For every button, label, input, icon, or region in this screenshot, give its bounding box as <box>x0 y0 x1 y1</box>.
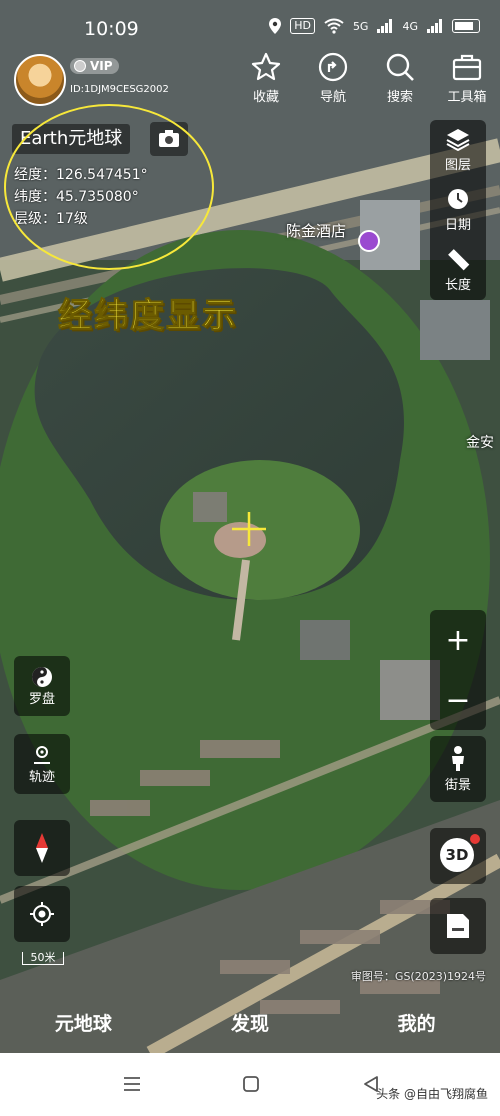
map-poi-label[interactable]: 陈金酒店 <box>286 220 346 241</box>
status-time: 10:09 <box>84 18 139 40</box>
tab-mine[interactable]: 我的 <box>357 1009 477 1036</box>
battery-icon <box>452 19 480 33</box>
zoom-out-button[interactable]: − <box>430 670 486 730</box>
location-icon <box>269 18 282 34</box>
favorites-button[interactable]: 收藏 <box>238 52 294 105</box>
length-button[interactable]: 长度 <box>430 240 486 300</box>
signal-icon <box>377 19 393 33</box>
track-label: 轨迹 <box>28 769 55 785</box>
approval-number: 审图号：GS(2023)1924号 <box>350 970 486 983</box>
compass-icon <box>32 666 52 687</box>
highlight-ellipse <box>4 104 214 270</box>
vip-badge[interactable]: VIP <box>70 58 119 74</box>
north-arrow-icon <box>36 833 48 863</box>
hd-badge: HD <box>290 18 315 34</box>
map-poi-label-2[interactable]: 金安 <box>466 432 494 452</box>
layers-icon <box>446 129 470 151</box>
toolbox-button[interactable]: 工具箱 <box>439 52 495 105</box>
zoom-control: + − <box>430 610 486 730</box>
navigation-icon <box>318 52 348 82</box>
streetview-label: 街景 <box>444 778 471 793</box>
star-icon <box>251 52 281 81</box>
length-label: 长度 <box>444 278 471 293</box>
date-label: 日期 <box>444 218 471 233</box>
layers-label: 图层 <box>444 158 471 173</box>
favorites-label: 收藏 <box>252 90 279 105</box>
network-4g: 4G <box>402 19 418 33</box>
date-button[interactable]: 日期 <box>430 180 486 240</box>
hotel-poi-icon[interactable] <box>358 230 380 252</box>
crosshair-icon <box>232 512 266 546</box>
navigation-button[interactable]: 导航 <box>305 52 361 105</box>
folder-icon[interactable] <box>430 898 486 954</box>
north-button[interactable] <box>14 820 70 876</box>
notification-dot <box>470 834 480 844</box>
scale-bar: 50米 <box>22 952 64 965</box>
compass-button[interactable]: 罗盘 <box>14 656 70 716</box>
tab-discover[interactable]: 发现 <box>190 1009 310 1036</box>
status-bar: 10:09 HD 5G 4G <box>0 0 500 56</box>
vip-label: VIP <box>90 59 113 73</box>
vip-icon <box>74 60 86 72</box>
annotation-caption: 经纬度显示 <box>58 296 238 337</box>
ruler-icon <box>448 249 470 271</box>
streetview-button[interactable]: 街景 <box>430 736 486 802</box>
layers-button[interactable]: 图层 <box>430 120 486 180</box>
bottom-tab-bar: 元地球 发现 我的 <box>0 992 500 1052</box>
search-icon <box>386 53 414 81</box>
home-icon[interactable] <box>242 1075 260 1093</box>
menu-icon[interactable] <box>122 1075 142 1093</box>
tab-earth[interactable]: 元地球 <box>23 1009 143 1036</box>
3d-button[interactable]: 3D <box>440 838 474 872</box>
toolbox-icon <box>452 54 482 81</box>
toolbox-label: 工具箱 <box>447 90 487 105</box>
avatar[interactable] <box>14 54 66 106</box>
watermark: 头条 @自由飞翔腐鱼 <box>376 1087 488 1101</box>
locate-icon <box>30 902 54 926</box>
status-icons: HD 5G 4G <box>269 18 480 34</box>
navigation-label: 导航 <box>319 90 346 105</box>
track-button[interactable]: 轨迹 <box>14 734 70 794</box>
compass-label: 罗盘 <box>28 691 55 707</box>
streetview-icon <box>452 746 464 771</box>
track-icon <box>34 745 50 764</box>
3d-panel: 3D <box>430 828 486 884</box>
folder-panel <box>430 898 486 954</box>
streetview-panel: 街景 <box>430 736 486 802</box>
search-button[interactable]: 搜索 <box>372 52 428 105</box>
zoom-in-button[interactable]: + <box>430 610 486 670</box>
date-icon <box>448 189 468 209</box>
right-toolbar: 图层 日期 长度 <box>430 120 486 300</box>
search-label: 搜索 <box>386 90 413 105</box>
network-5g: 5G <box>352 19 369 33</box>
wifi-icon <box>324 18 344 34</box>
locate-button[interactable] <box>14 886 70 942</box>
signal-icon-2 <box>427 19 442 33</box>
user-id: ID:1DJM9CESG2002 <box>70 84 169 95</box>
